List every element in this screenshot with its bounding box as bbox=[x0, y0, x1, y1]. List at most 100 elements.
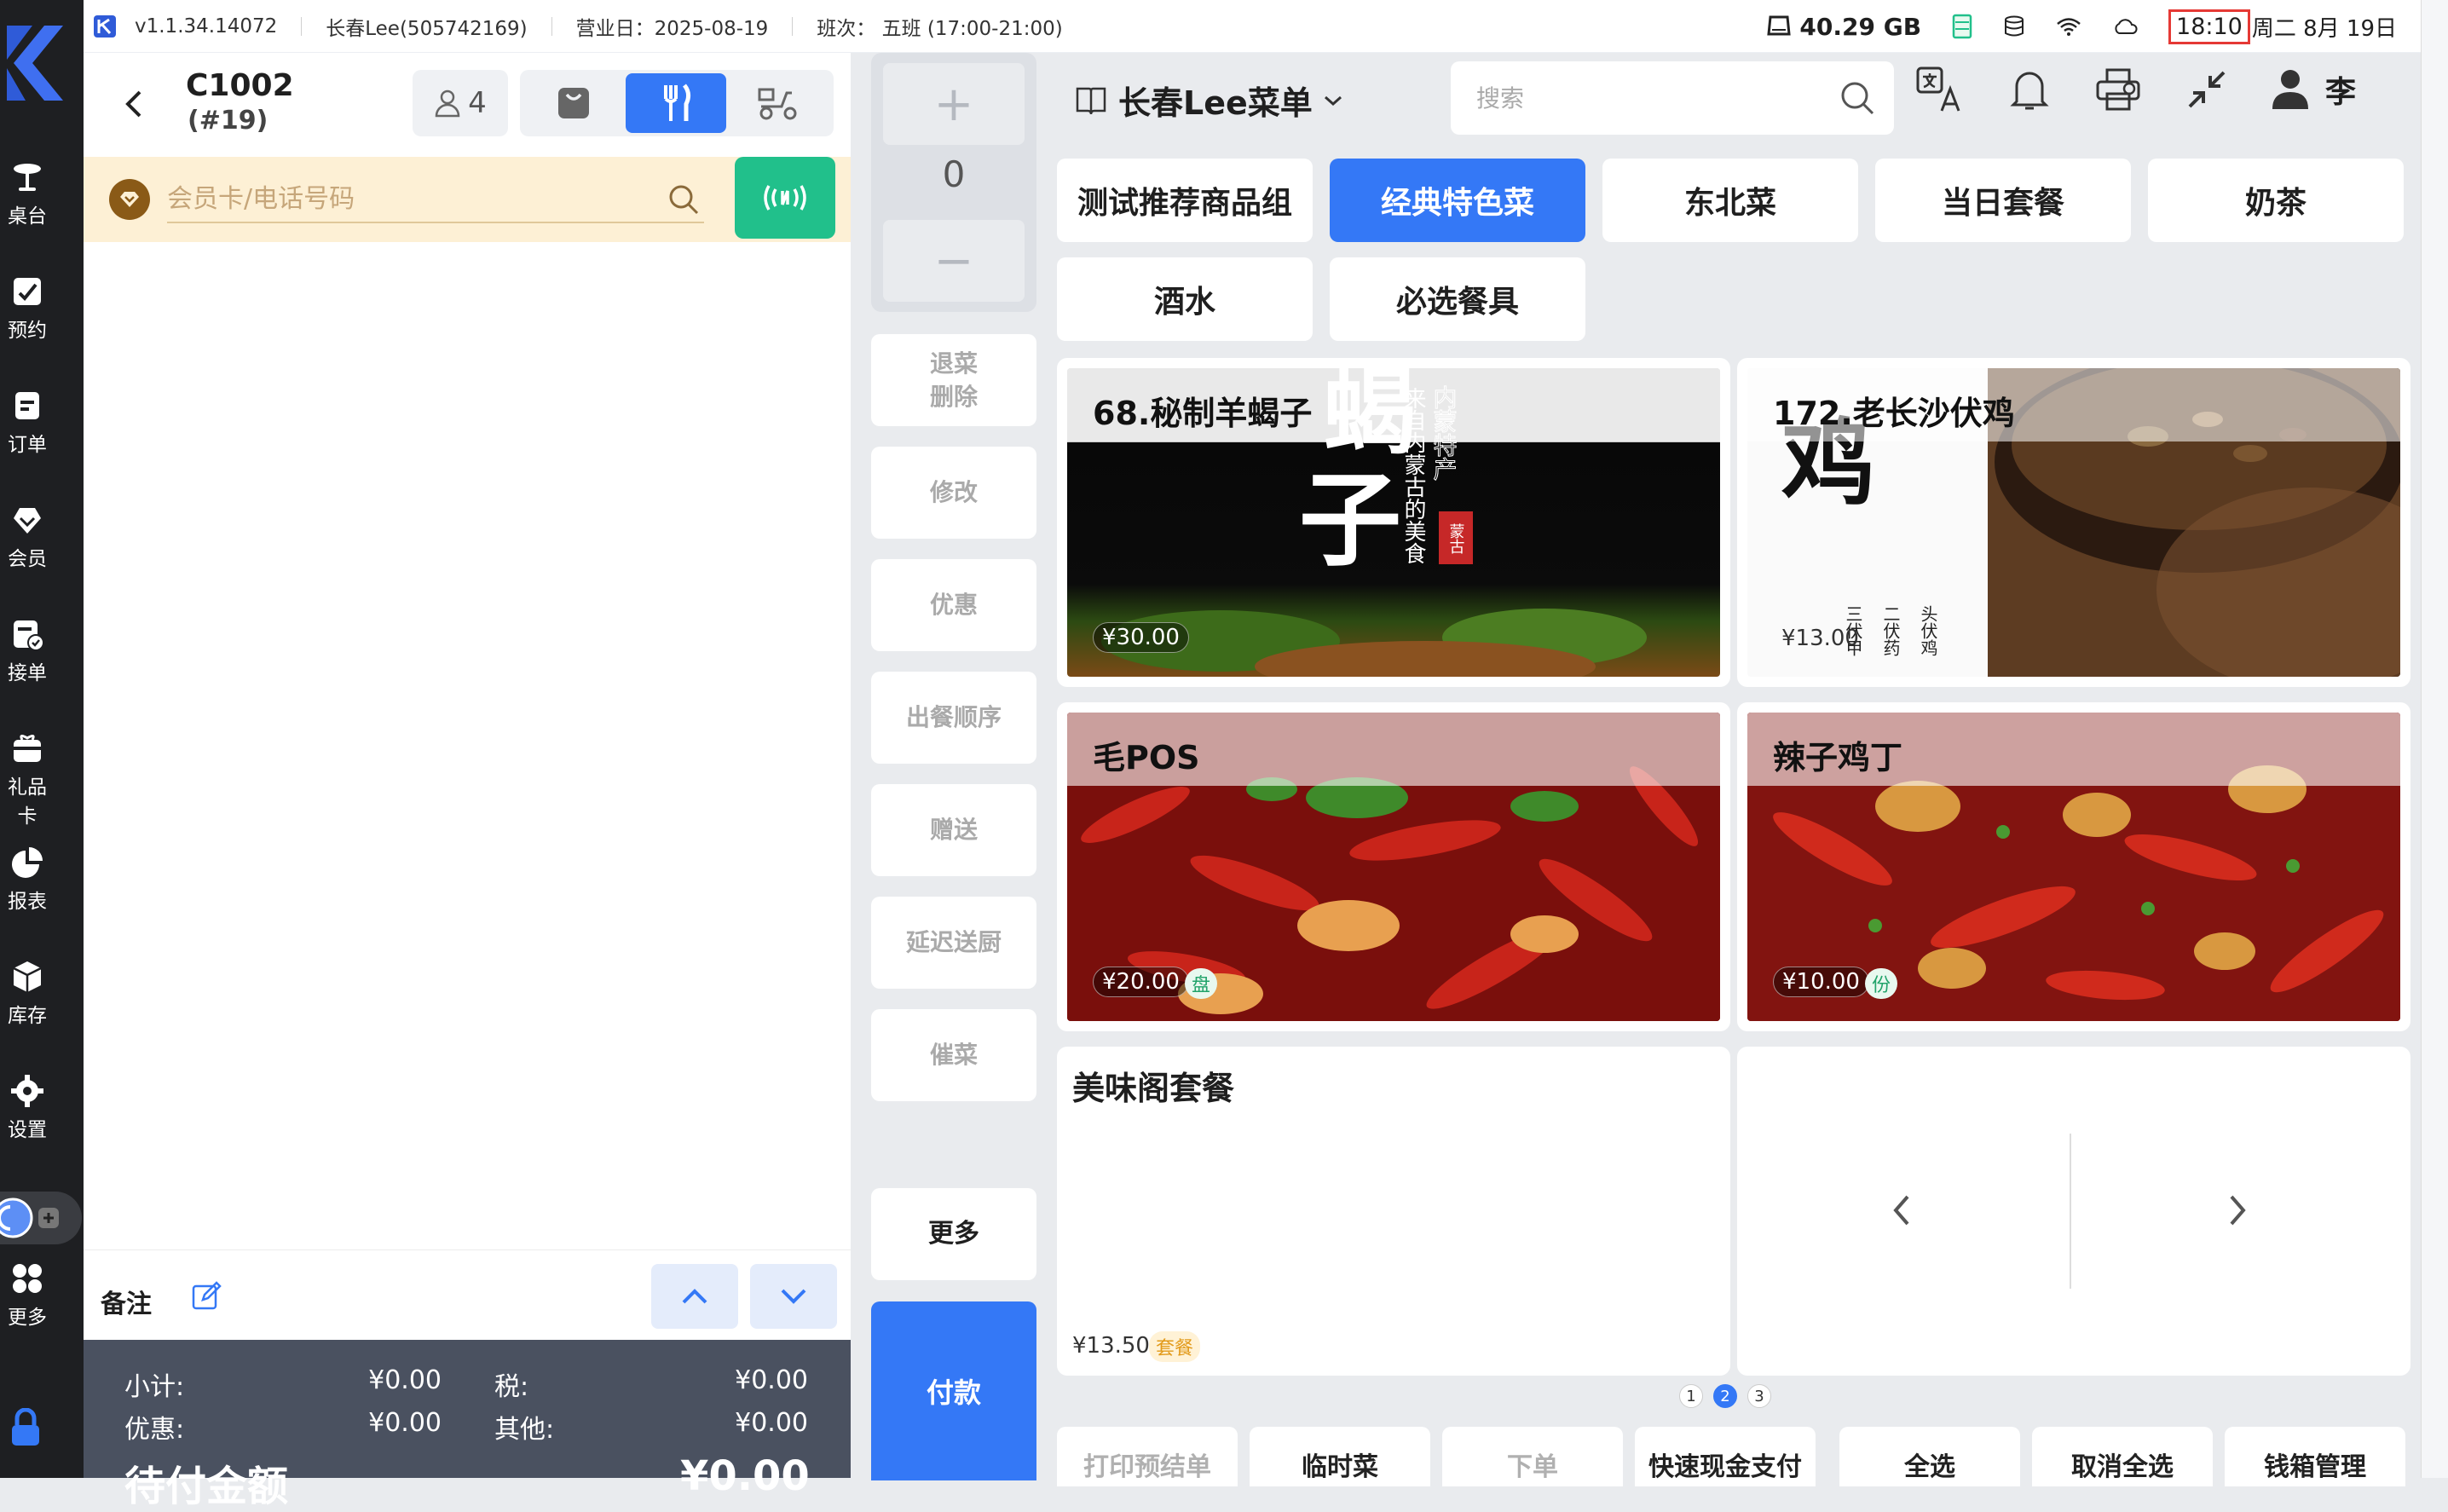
more-ops-button[interactable]: 更多 bbox=[871, 1188, 1036, 1280]
table-code: C1002 bbox=[186, 68, 294, 103]
scooter-icon bbox=[758, 88, 797, 120]
category-tableware[interactable]: 必选餐具 bbox=[1330, 257, 1585, 341]
nav-item-more[interactable]: 更多 bbox=[0, 1261, 55, 1330]
nav-item-reports[interactable]: 报表 bbox=[0, 845, 55, 914]
notification-button[interactable] bbox=[2005, 65, 2054, 114]
inventory-icon bbox=[13, 961, 42, 992]
dish-name: 辣子鸡丁 bbox=[1773, 739, 1903, 776]
service-mode-group bbox=[520, 70, 834, 136]
collapse-button[interactable] bbox=[2182, 65, 2231, 114]
nav-item-label: 订单 bbox=[8, 434, 47, 456]
page-dot[interactable]: 3 bbox=[1747, 1384, 1771, 1408]
delay-kitchen-button[interactable]: 延迟送厨 bbox=[871, 897, 1036, 989]
nav-item-accept-orders[interactable]: 接单 bbox=[0, 617, 55, 685]
complimentary-button[interactable]: 赠送 bbox=[871, 784, 1036, 876]
nav-item-tables[interactable]: 桌台 bbox=[0, 160, 55, 228]
member-badge-icon bbox=[109, 179, 150, 220]
quick-switch[interactable] bbox=[0, 1192, 82, 1244]
menu-header: 长春Lee菜单 李 bbox=[1057, 53, 2412, 147]
category-northeast[interactable]: 东北菜 bbox=[1602, 159, 1858, 242]
wifi-icon bbox=[2057, 18, 2081, 36]
user-icon bbox=[2272, 70, 2308, 109]
pay-button[interactable]: 付款 bbox=[871, 1301, 1036, 1480]
guest-count-button[interactable]: 4 bbox=[413, 70, 508, 136]
bell-icon bbox=[2010, 72, 2049, 110]
void-delete-button[interactable]: 退菜 删除 bbox=[871, 334, 1036, 426]
storage-indicator: 40.29 GB bbox=[1767, 13, 1921, 41]
amount-due-label: 待付金额 bbox=[124, 1463, 289, 1510]
dish-art-char-2: 子 bbox=[1299, 460, 1401, 580]
page-dot-active[interactable]: 2 bbox=[1713, 1384, 1737, 1408]
dish-card[interactable]: 鸡 头伏鸡 二伏药 三伏甲 172.老长沙伏鸡 ¥13.00 bbox=[1737, 358, 2410, 687]
dish-unit-badge: 盘 bbox=[1185, 968, 1217, 999]
category-daily-set[interactable]: 当日套餐 bbox=[1875, 159, 2131, 242]
divider bbox=[792, 17, 794, 36]
nav-item-settings[interactable]: 设置 bbox=[0, 1074, 55, 1142]
nfc-read-button[interactable] bbox=[735, 157, 835, 239]
scroll-up-button[interactable] bbox=[651, 1264, 738, 1329]
dish-photo: 鸡 头伏鸡 二伏药 三伏甲 172.老长沙伏鸡 ¥13.00 bbox=[1747, 368, 2400, 677]
dish-card[interactable]: 毛POS ¥20.00 盘 bbox=[1057, 702, 1730, 1031]
set-meal-card[interactable]: 美味阁套餐 ¥13.50 套餐 bbox=[1057, 1047, 1730, 1376]
menu-selector[interactable]: 长春Lee菜单 bbox=[1074, 77, 1343, 124]
serving-order-button[interactable]: 出餐顺序 bbox=[871, 672, 1036, 764]
chevron-left-icon[interactable] bbox=[1891, 1193, 1911, 1227]
category-drinks[interactable]: 酒水 bbox=[1057, 257, 1313, 341]
reservation-icon bbox=[14, 278, 41, 305]
settings-icon bbox=[11, 1075, 43, 1107]
fork-knife-icon bbox=[664, 84, 691, 121]
nav-item-label: 预约 bbox=[8, 320, 47, 342]
dish-art-seal: 蒙古 bbox=[1447, 523, 1465, 554]
shopping-bag-icon bbox=[558, 88, 589, 118]
nav-item-inventory[interactable]: 库存 bbox=[0, 960, 55, 1028]
gift-card-icon bbox=[14, 734, 41, 762]
menu-search-input[interactable] bbox=[1476, 78, 1834, 118]
nav-item-reservations[interactable]: 预约 bbox=[0, 274, 55, 343]
nav-item-orders[interactable]: 订单 bbox=[0, 389, 55, 457]
edit-note-icon[interactable] bbox=[191, 1281, 222, 1312]
back-arrow-icon[interactable] bbox=[121, 87, 147, 121]
dish-card[interactable]: 辣子鸡丁 ¥10.00 份 bbox=[1737, 702, 2410, 1031]
modify-button[interactable]: 修改 bbox=[871, 447, 1036, 539]
nav-item-label: 桌台 bbox=[8, 205, 47, 228]
takeaway-mode-button[interactable] bbox=[523, 73, 624, 133]
lock-icon[interactable] bbox=[9, 1408, 43, 1447]
storage-value: 40.29 GB bbox=[1799, 12, 1922, 41]
printer-button[interactable] bbox=[2093, 65, 2143, 114]
report-icon bbox=[12, 847, 43, 878]
chevron-right-icon[interactable] bbox=[2228, 1193, 2249, 1227]
store-name: 长春Lee(505742169) bbox=[326, 18, 528, 40]
amount-due-value: ¥0.00 bbox=[680, 1452, 810, 1500]
member-phone-input[interactable] bbox=[167, 176, 704, 223]
dine-in-mode-button[interactable] bbox=[626, 73, 726, 133]
nav-item-gift-card[interactable]: 礼品卡 bbox=[0, 731, 55, 828]
category-classic-specialty[interactable]: 经典特色菜 bbox=[1330, 159, 1585, 242]
increase-button[interactable]: + bbox=[883, 63, 1025, 145]
divider bbox=[551, 17, 552, 36]
language-button[interactable] bbox=[1916, 65, 1966, 114]
translate-icon bbox=[1916, 66, 1960, 112]
discount-button[interactable]: 优惠 bbox=[871, 559, 1036, 651]
decrease-button[interactable]: − bbox=[883, 220, 1025, 302]
menu-title: 长春Lee菜单 bbox=[1118, 84, 1313, 122]
dish-price: ¥13.50 bbox=[1072, 1333, 1150, 1359]
page-dot[interactable]: 1 bbox=[1679, 1384, 1703, 1408]
category-milk-tea[interactable]: 奶茶 bbox=[2148, 159, 2404, 242]
search-icon[interactable] bbox=[667, 182, 701, 216]
dish-price: ¥10.00 bbox=[1773, 967, 1869, 997]
user-profile[interactable]: 李 bbox=[2271, 67, 2356, 112]
dish-photo: 辣子鸡丁 ¥10.00 份 bbox=[1747, 713, 2400, 1021]
switch-toggle-icon bbox=[0, 1197, 33, 1238]
nav-item-members[interactable]: 会员 bbox=[0, 503, 55, 571]
rush-dish-button[interactable]: 催菜 bbox=[871, 1009, 1036, 1101]
delivery-mode-button[interactable] bbox=[728, 73, 829, 133]
scroll-down-button[interactable] bbox=[750, 1264, 837, 1329]
search-icon[interactable] bbox=[1839, 80, 1875, 116]
dish-unit-badge: 份 bbox=[1865, 968, 1897, 999]
collapse-icon bbox=[2188, 71, 2226, 108]
person-icon bbox=[435, 89, 460, 118]
category-test-recommended[interactable]: 测试推荐商品组 bbox=[1057, 159, 1313, 242]
dish-card[interactable]: 蝎 子 来自内蒙古的美食 内蒙特产 蒙古 68.秘制羊蝎子 ¥30.00 bbox=[1057, 358, 1730, 687]
menu-search bbox=[1451, 61, 1894, 135]
note-bar: 备注 bbox=[84, 1249, 851, 1340]
